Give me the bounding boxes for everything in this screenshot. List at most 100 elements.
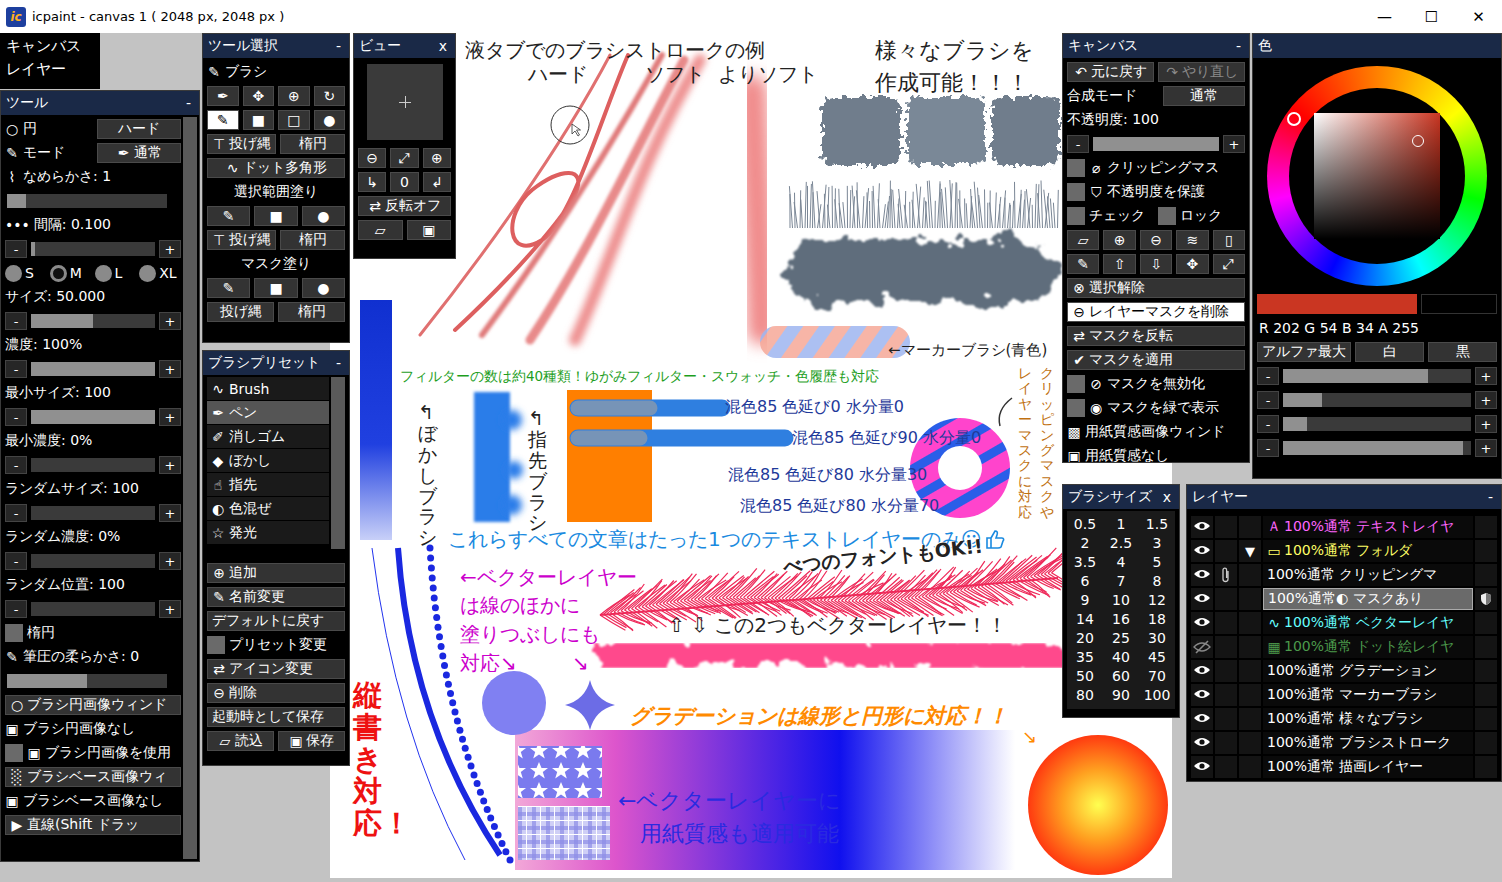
- increment-button[interactable]: +: [159, 600, 181, 618]
- decrement-button[interactable]: -: [5, 240, 27, 258]
- expander-toggle[interactable]: ▼: [1245, 544, 1255, 559]
- checkbox[interactable]: [207, 636, 225, 654]
- size-preset[interactable]: 50: [1067, 667, 1103, 686]
- action-button[interactable]: 楕円: [278, 302, 345, 322]
- preset-item[interactable]: ✒ペン: [207, 401, 329, 424]
- tool-button[interactable]: ●: [302, 206, 345, 226]
- visibility-toggle[interactable]: [1191, 708, 1213, 730]
- slider-track[interactable]: [7, 194, 167, 208]
- visibility-toggle[interactable]: [1191, 540, 1213, 562]
- tool-button[interactable]: ■: [254, 206, 297, 226]
- slider-track[interactable]: [31, 506, 155, 520]
- tool-button[interactable]: ↻: [314, 86, 346, 106]
- size-preset[interactable]: 1: [1103, 515, 1139, 534]
- size-preset[interactable]: 20: [1067, 629, 1103, 648]
- size-preset[interactable]: 3.5: [1067, 553, 1103, 572]
- size-preset[interactable]: 2.5: [1103, 534, 1139, 553]
- visibility-toggle[interactable]: [1191, 684, 1213, 706]
- action-button[interactable]: ✔マスクを適用: [1067, 350, 1245, 370]
- size-preset[interactable]: 25: [1103, 629, 1139, 648]
- visibility-toggle[interactable]: [1191, 756, 1213, 778]
- checkbox[interactable]: [1067, 183, 1085, 201]
- action-button[interactable]: ⊗選択解除: [1067, 278, 1245, 298]
- preset-item[interactable]: ☆発光: [207, 521, 329, 544]
- checkbox[interactable]: [1067, 207, 1085, 225]
- increment-button[interactable]: +: [1475, 391, 1497, 409]
- action-button[interactable]: ⇄反転オフ: [358, 196, 451, 216]
- layer-row[interactable]: 100%通常 グラデーション: [1191, 659, 1497, 683]
- decrement-button[interactable]: -: [5, 456, 27, 474]
- collapse-button[interactable]: -: [186, 95, 191, 111]
- visibility-toggle[interactable]: [1191, 732, 1213, 754]
- expander-cell[interactable]: [1239, 588, 1261, 610]
- layer-row[interactable]: 100%通常 描画レイヤー: [1191, 755, 1497, 779]
- mask-cell[interactable]: [1475, 516, 1497, 538]
- size-preset[interactable]: 16: [1103, 610, 1139, 629]
- layer-name-cell[interactable]: 100%通常 マーカーブラシ: [1263, 684, 1473, 706]
- clipping-cell[interactable]: [1215, 756, 1237, 778]
- mode-button[interactable]: ハード: [97, 119, 181, 139]
- clipping-cell[interactable]: [1215, 732, 1237, 754]
- action-button[interactable]: ⊤投げ縄: [207, 230, 276, 250]
- size-preset[interactable]: 60: [1103, 667, 1139, 686]
- mask-cell[interactable]: [1475, 684, 1497, 706]
- foreground-swatch[interactable]: [1257, 294, 1417, 314]
- decrement-button[interactable]: -: [5, 552, 27, 570]
- layer-name-cell[interactable]: ▭100%通常 フォルダ: [1263, 540, 1473, 562]
- preset-item[interactable]: ◐色混ぜ: [207, 497, 329, 520]
- action-button[interactable]: ⊤投げ縄: [207, 134, 276, 154]
- mask-cell[interactable]: [1475, 756, 1497, 778]
- tool-button[interactable]: ↲: [423, 172, 451, 192]
- layer-name-cell[interactable]: ∿100%通常 ベクターレイヤ: [1263, 612, 1473, 634]
- layer-name-cell[interactable]: 100%通常 クリッピングマ: [1263, 564, 1473, 586]
- slider-track[interactable]: [1283, 417, 1471, 431]
- expander-cell[interactable]: [1239, 684, 1261, 706]
- collapse-button[interactable]: -: [1236, 38, 1241, 54]
- size-preset[interactable]: 100: [1139, 686, 1175, 705]
- expander-cell[interactable]: [1239, 708, 1261, 730]
- scrollbar[interactable]: [331, 377, 345, 549]
- tool-button[interactable]: ●: [302, 278, 345, 298]
- layer-row[interactable]: 100%通常 マーカーブラシ: [1191, 683, 1497, 707]
- action-button[interactable]: ⊖レイヤーマスクを削除: [1067, 302, 1245, 322]
- expander-cell[interactable]: [1239, 612, 1261, 634]
- decrement-button[interactable]: -: [1257, 367, 1279, 385]
- checkbox[interactable]: [5, 744, 23, 762]
- tool-button[interactable]: ⇩: [1140, 254, 1172, 274]
- close-button[interactable]: x: [1163, 489, 1171, 505]
- close-button[interactable]: ✕: [1455, 8, 1502, 26]
- size-preset[interactable]: 2: [1067, 534, 1103, 553]
- slider-track[interactable]: [1093, 137, 1219, 151]
- layer-row[interactable]: ▼ ▭100%通常 フォルダ: [1191, 539, 1497, 563]
- scrollbar[interactable]: [183, 117, 197, 859]
- radio-button[interactable]: [5, 265, 22, 282]
- tool-button[interactable]: ✎: [1067, 254, 1099, 274]
- slider-track[interactable]: [31, 314, 155, 328]
- preset-item[interactable]: ◆ぼかし: [207, 449, 329, 472]
- decrement-button[interactable]: -: [1257, 415, 1279, 433]
- layer-name-cell[interactable]: 100%通常◐ マスクあり: [1263, 588, 1473, 610]
- menu-item[interactable]: キャンバス: [6, 37, 94, 56]
- size-preset[interactable]: 30: [1139, 629, 1175, 648]
- tool-button[interactable]: ▣: [407, 220, 452, 240]
- menu-item[interactable]: レイヤー: [6, 60, 94, 79]
- slider-track[interactable]: [31, 410, 155, 424]
- action-button[interactable]: ↷やり直し: [1158, 62, 1245, 82]
- collapse-button[interactable]: -: [336, 38, 341, 54]
- layer-row[interactable]: Ａ100%通常 テキストレイヤ: [1191, 515, 1497, 539]
- visibility-toggle[interactable]: [1191, 636, 1213, 658]
- action-button[interactable]: 投げ縄: [207, 302, 274, 322]
- visibility-toggle[interactable]: [1191, 564, 1213, 586]
- action-button[interactable]: 楕円: [280, 134, 345, 154]
- hue-ring[interactable]: [1267, 66, 1487, 286]
- increment-button[interactable]: +: [159, 552, 181, 570]
- tool-button[interactable]: ▱: [1067, 230, 1099, 250]
- size-option[interactable]: L: [95, 265, 137, 282]
- tool-button[interactable]: ✎: [207, 278, 250, 298]
- mask-cell[interactable]: [1475, 612, 1497, 634]
- visibility-toggle[interactable]: [1191, 588, 1213, 610]
- clipping-cell[interactable]: [1215, 612, 1237, 634]
- mode-button[interactable]: 通常: [1163, 86, 1245, 106]
- size-preset[interactable]: 18: [1139, 610, 1175, 629]
- visibility-toggle[interactable]: [1191, 660, 1213, 682]
